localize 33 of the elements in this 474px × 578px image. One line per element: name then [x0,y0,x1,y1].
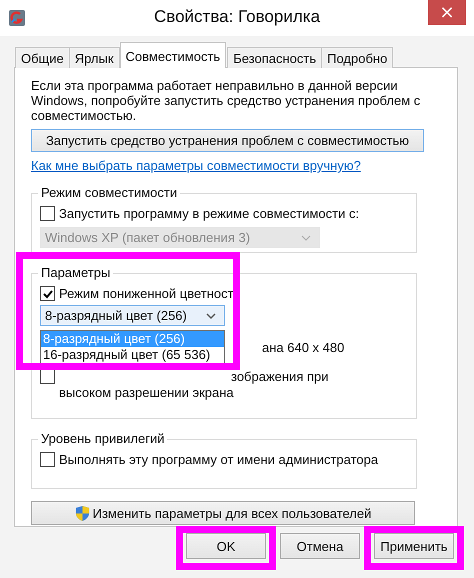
dialog-button[interactable]: Отмена [280,533,360,559]
troubleshoot-button[interactable]: Запустить средство устранения проблем с совместимостью [31,129,424,152]
dialog-button[interactable]: Применить [374,533,454,559]
color-select[interactable]: 8-разрядный цвет (256) [40,305,225,326]
checkbox-label: Режим пониженной цветност [59,286,234,301]
checkbox[interactable] [40,206,55,221]
description-text: Если эта программа работает неправильно в данной версии Windows, попробуйте запустить средство устранения проблем с совместимостью. [31,78,422,123]
tab[interactable]: Безопасность [227,47,322,68]
dropdown-option[interactable]: 16-разрядный цвет (65 536) [41,347,224,363]
dialog-button[interactable]: OK [186,533,266,559]
shield-icon [74,504,90,522]
option-label: ана 640 x 480 [262,340,344,355]
checkbox-label: Запустить программу в режиме совместимости с: [59,206,360,221]
tab[interactable]: Ярлык [68,47,120,68]
tab[interactable]: Подробно [321,47,394,68]
close-button[interactable]: × [428,0,466,25]
checkbox[interactable] [40,452,55,467]
checkbox-label: Выполнять эту программу от имени администратора [59,452,378,467]
window-title: Свойства: Говорилка [154,7,320,27]
chevron-icon [206,312,216,318]
app-icon [8,9,26,27]
group-title: Режим совместимости [38,185,180,200]
chevron-icon [301,234,311,240]
all-users-button[interactable]: Изменить параметры для всех пользователей [31,501,415,525]
help-link[interactable]: Как мне выбрать параметры совместимости вручную? [31,158,361,173]
tab[interactable]: Совместимость [120,42,226,68]
tab[interactable]: Общие [15,47,70,68]
group-title: Параметры [38,265,114,280]
checkbox[interactable] [40,369,55,384]
option-label: зображения при [230,369,328,385]
checkbox[interactable] [40,286,55,301]
group-title: Уровень привилегий [38,431,168,446]
option-label: высоком разрешении экрана [59,385,235,401]
